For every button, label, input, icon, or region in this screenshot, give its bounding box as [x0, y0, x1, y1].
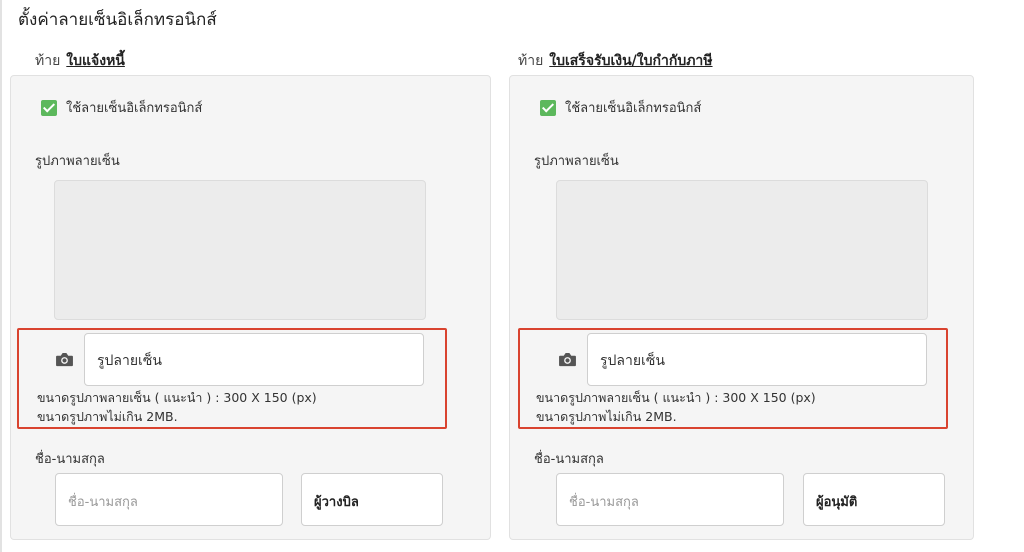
signature-panel-receipt: ใช้ลายเซ็นอิเล็กทรอนิกส์ รูปภาพลายเซ็น ร… — [509, 75, 974, 540]
name-input[interactable]: ชื่อ-นามสกุล — [556, 473, 784, 526]
signature-image-label: รูปภาพลายเซ็น — [35, 154, 120, 169]
hint-max-size: ขนาดรูปภาพไม่เกิน 2MB. — [37, 409, 178, 424]
use-signature-checkbox[interactable] — [540, 99, 556, 116]
use-signature-row[interactable]: ใช้ลายเซ็นอิเล็กทรอนิกส์ — [540, 97, 701, 118]
camera-icon[interactable] — [55, 352, 74, 367]
hint-max-size: ขนาดรูปภาพไม่เกิน 2MB. — [536, 409, 677, 424]
signature-preview — [556, 180, 928, 320]
doc-link-receipt[interactable]: ใบเสร็จรับเงิน/ใบกำกับภาษี — [549, 53, 712, 69]
signature-image-label: รูปภาพลายเซ็น — [534, 154, 619, 169]
hint-size: ขนาดรูปภาพลายเซ็น ( แนะนำ ) : 300 X 150 … — [536, 390, 816, 405]
left-border — [0, 0, 2, 552]
section-heading-invoice: ท้าย ใบแจ้งหนี้ — [35, 50, 125, 72]
signature-preview — [54, 180, 426, 320]
use-signature-row[interactable]: ใช้ลายเซ็นอิเล็กทรอนิกส์ — [41, 97, 202, 118]
camera-icon[interactable] — [558, 352, 577, 367]
signature-file-input[interactable]: รูปลายเซ็น — [587, 333, 927, 386]
name-label: ชื่อ-นามสกุล — [534, 452, 604, 467]
role-input[interactable]: ผู้วางบิล — [301, 473, 443, 526]
signature-panel-invoice: ใช้ลายเซ็นอิเล็กทรอนิกส์ รูปภาพลายเซ็น ร… — [10, 75, 491, 540]
name-input[interactable]: ชื่อ-นามสกุล — [55, 473, 283, 526]
use-signature-label: ใช้ลายเซ็นอิเล็กทรอนิกส์ — [66, 101, 203, 116]
doc-link-invoice[interactable]: ใบแจ้งหนี้ — [66, 53, 125, 69]
hint-size: ขนาดรูปภาพลายเซ็น ( แนะนำ ) : 300 X 150 … — [37, 390, 317, 405]
signature-file-input[interactable]: รูปลายเซ็น — [84, 333, 424, 386]
use-signature-checkbox[interactable] — [41, 99, 57, 116]
section-prefix: ท้าย — [518, 53, 544, 69]
role-input[interactable]: ผู้อนุมัติ — [803, 473, 945, 526]
section-heading-receipt: ท้าย ใบเสร็จรับเงิน/ใบกำกับภาษี — [518, 50, 713, 72]
section-prefix: ท้าย — [35, 53, 61, 69]
use-signature-label: ใช้ลายเซ็นอิเล็กทรอนิกส์ — [565, 101, 702, 116]
page-title: ตั้งค่าลายเซ็นอิเล็กทรอนิกส์ — [18, 10, 217, 30]
name-label: ชื่อ-นามสกุล — [35, 452, 105, 467]
